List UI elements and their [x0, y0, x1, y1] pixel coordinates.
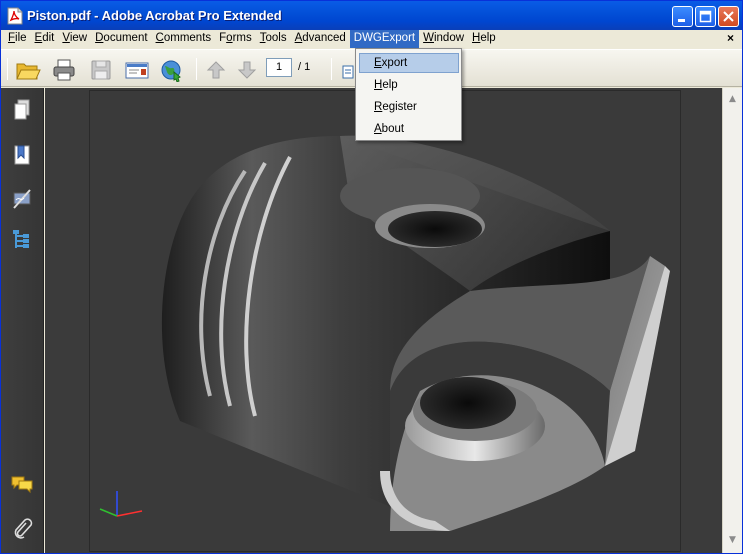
web-globe-icon[interactable]: [159, 58, 185, 82]
menu-edit[interactable]: Edit: [31, 30, 59, 48]
vertical-scrollbar[interactable]: ▲ ▼: [722, 88, 742, 553]
window-title: Piston.pdf - Adobe Acrobat Pro Extended: [27, 8, 282, 23]
scroll-down-icon[interactable]: ▼: [725, 533, 740, 548]
save-icon[interactable]: [88, 58, 114, 82]
bookmarks-icon[interactable]: [11, 143, 33, 167]
toolbar-separator: [331, 58, 332, 80]
page-number-input[interactable]: 1: [266, 58, 292, 77]
menu-forms[interactable]: Forms: [215, 30, 256, 48]
title-bar[interactable]: Piston.pdf - Adobe Acrobat Pro Extended: [1, 1, 742, 30]
menu-view[interactable]: View: [58, 30, 91, 48]
minimize-button[interactable]: [672, 6, 693, 27]
close-icon: [723, 11, 734, 22]
menu-bar: File Edit View Document Comments Forms T…: [1, 30, 742, 48]
toolbar-separator: [196, 58, 197, 80]
toolbar-grip[interactable]: [7, 58, 8, 80]
model-tree-icon[interactable]: [11, 228, 33, 252]
next-page-icon[interactable]: [234, 58, 260, 82]
print-icon[interactable]: [51, 58, 77, 82]
page-total-label: / 1: [298, 61, 311, 73]
menu-tools[interactable]: Tools: [256, 30, 291, 48]
pages-icon[interactable]: [11, 98, 33, 122]
acrobat-window: Piston.pdf - Adobe Acrobat Pro Extended …: [0, 0, 743, 554]
scroll-up-icon[interactable]: ▲: [725, 92, 740, 107]
signatures-icon[interactable]: [11, 186, 33, 210]
maximize-icon: [699, 10, 712, 23]
menu-item-register[interactable]: Register: [359, 97, 459, 117]
comments-icon[interactable]: [11, 472, 33, 496]
menu-dwgexport[interactable]: DWGExport: [349, 30, 420, 48]
3d-model-view[interactable]: [90, 91, 680, 551]
close-button[interactable]: [718, 6, 739, 27]
previous-page-icon[interactable]: [203, 58, 229, 82]
menu-file[interactable]: File: [4, 30, 31, 48]
menu-window[interactable]: Window: [419, 30, 468, 48]
menu-comments[interactable]: Comments: [152, 30, 216, 48]
menu-document[interactable]: Document: [91, 30, 151, 48]
document-close-button[interactable]: ×: [727, 30, 734, 47]
navigation-panel: [1, 88, 44, 553]
menu-advanced[interactable]: Advanced: [291, 30, 350, 48]
menu-item-export[interactable]: Export: [359, 53, 459, 73]
menu-item-help[interactable]: Help: [359, 75, 459, 95]
email-icon[interactable]: [124, 58, 150, 82]
attachments-icon[interactable]: [11, 516, 33, 540]
maximize-button[interactable]: [695, 6, 716, 27]
dwgexport-dropdown-menu: Export Help Register About: [355, 48, 462, 141]
pdf-file-icon: [7, 7, 23, 25]
menu-help[interactable]: Help: [468, 30, 500, 48]
minimize-icon: [678, 19, 685, 22]
select-tool-icon[interactable]: [339, 58, 355, 82]
document-view[interactable]: [45, 88, 722, 553]
menu-item-about[interactable]: About: [359, 119, 459, 139]
open-folder-icon[interactable]: [15, 58, 41, 82]
